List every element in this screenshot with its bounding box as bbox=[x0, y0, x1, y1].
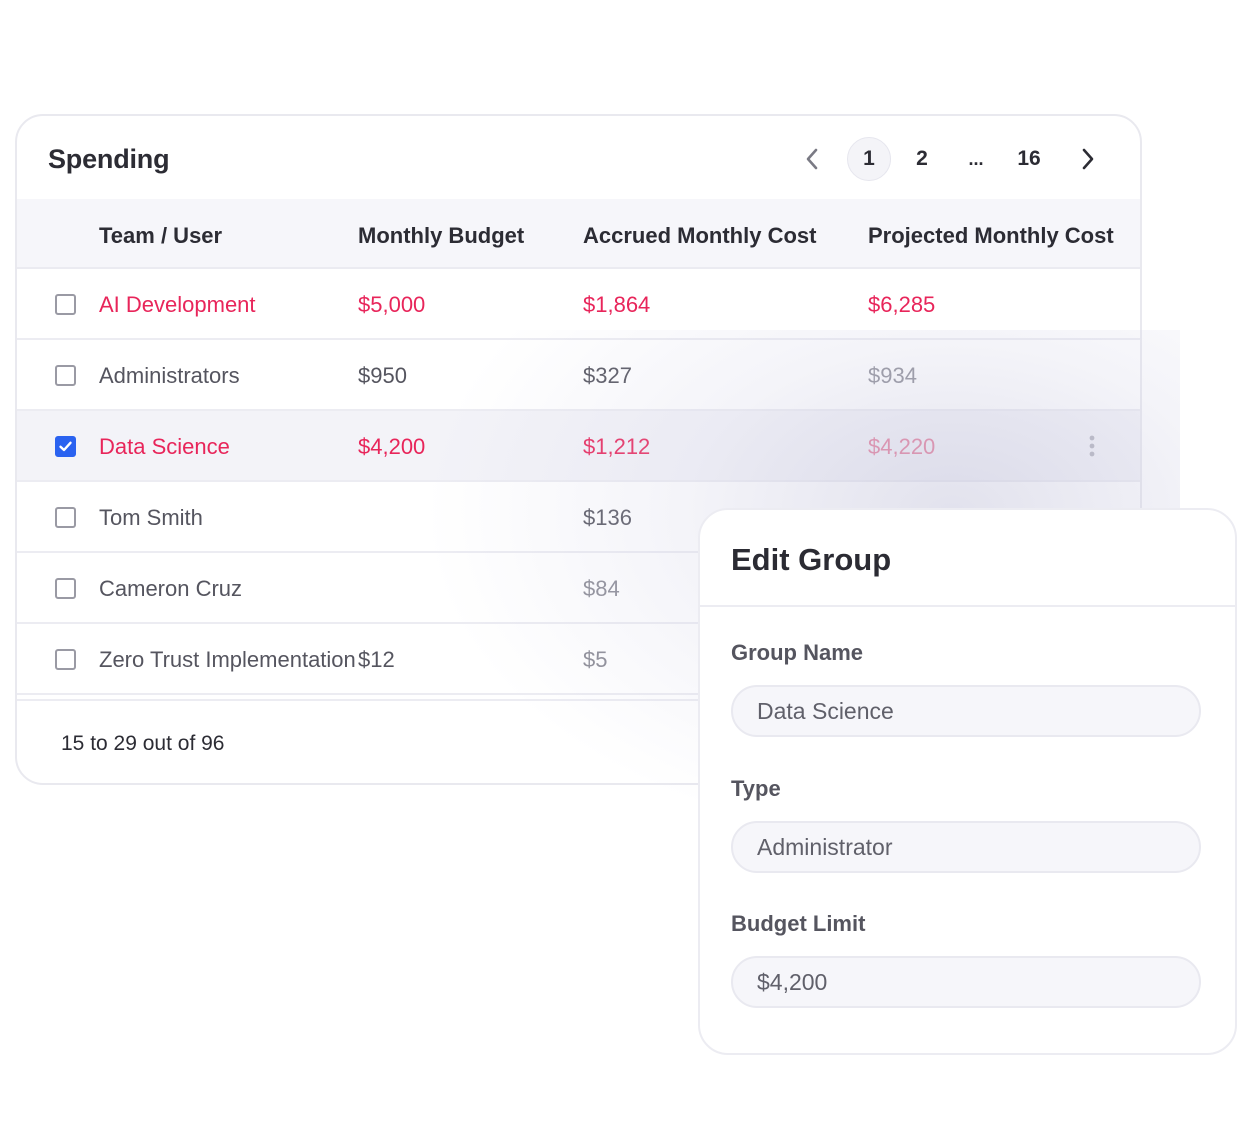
monthly-budget: $12 bbox=[358, 647, 395, 672]
monthly-budget: $4,200 bbox=[358, 434, 426, 459]
projected-cost: $934 bbox=[868, 363, 917, 388]
row-checkbox[interactable] bbox=[55, 578, 76, 599]
page-16-button[interactable]: 16 bbox=[1011, 137, 1047, 181]
column-header-budget[interactable]: Monthly Budget bbox=[358, 223, 524, 249]
stage: Spending 1 2 ... 16 Team / User Monthly … bbox=[0, 0, 1252, 1144]
row-checkbox[interactable] bbox=[55, 365, 76, 386]
accrued-cost: $1,212 bbox=[583, 434, 651, 459]
group-name-input[interactable]: Data Science bbox=[731, 685, 1201, 737]
team-name: Cameron Cruz bbox=[99, 576, 243, 601]
more-options-icon[interactable] bbox=[1085, 434, 1099, 458]
accrued-cost: $1,864 bbox=[583, 292, 651, 317]
row-checkbox[interactable] bbox=[55, 649, 76, 670]
page-2-button[interactable]: 2 bbox=[907, 137, 937, 181]
group-name-label: Group Name bbox=[731, 640, 864, 665]
accrued-cost: $5 bbox=[583, 647, 608, 672]
chevron-left-icon[interactable] bbox=[797, 137, 827, 181]
projected-cost: $6,285 bbox=[868, 292, 936, 317]
table-header: Team / User Monthly Budget Accrued Month… bbox=[17, 199, 1140, 269]
budget-limit-label: Budget Limit bbox=[731, 911, 866, 936]
table-row[interactable]: AI Development $5,000 $1,864 $6,285 bbox=[17, 269, 1140, 340]
checkmark-icon bbox=[59, 441, 72, 452]
column-header-projected[interactable]: Projected Monthly Cost bbox=[868, 223, 1114, 249]
card-title: Spending bbox=[48, 144, 170, 174]
team-name: Administrators bbox=[99, 363, 240, 388]
table-row[interactable]: Administrators $950 $327 $934 bbox=[17, 340, 1140, 411]
monthly-budget: $950 bbox=[358, 363, 407, 388]
card-header: Spending 1 2 ... 16 bbox=[17, 116, 1140, 199]
column-header-team[interactable]: Team / User bbox=[99, 223, 222, 249]
type-label: Type bbox=[731, 776, 781, 801]
chevron-right-icon[interactable] bbox=[1073, 137, 1103, 181]
row-checkbox[interactable] bbox=[55, 294, 76, 315]
column-header-accrued[interactable]: Accrued Monthly Cost bbox=[583, 223, 816, 249]
type-input[interactable]: Administrator bbox=[731, 821, 1201, 873]
accrued-cost: $136 bbox=[583, 505, 632, 530]
page-1-button[interactable]: 1 bbox=[847, 137, 891, 181]
table-row-selected[interactable]: Data Science $4,200 $1,212 $4,220 bbox=[17, 411, 1140, 482]
row-checkbox[interactable] bbox=[55, 507, 76, 528]
pagination-summary: 15 to 29 out of 96 bbox=[61, 732, 225, 755]
row-checkbox-checked[interactable] bbox=[55, 436, 76, 457]
team-name: Data Science bbox=[99, 434, 230, 459]
monthly-budget: $5,000 bbox=[358, 292, 426, 317]
accrued-cost: $327 bbox=[583, 363, 632, 388]
team-name: Zero Trust Implementation bbox=[99, 647, 356, 672]
team-name: Tom Smith bbox=[99, 505, 203, 530]
panel-title: Edit Group bbox=[731, 542, 892, 577]
panel-divider bbox=[700, 605, 1235, 607]
projected-cost: $4,220 bbox=[868, 434, 936, 459]
page-ellipsis: ... bbox=[968, 149, 984, 169]
edit-group-panel: Edit Group Group Name Data Science Type … bbox=[698, 508, 1237, 1055]
accrued-cost: $84 bbox=[583, 576, 620, 601]
team-name: AI Development bbox=[99, 292, 256, 317]
budget-limit-input[interactable]: $4,200 bbox=[731, 956, 1201, 1008]
